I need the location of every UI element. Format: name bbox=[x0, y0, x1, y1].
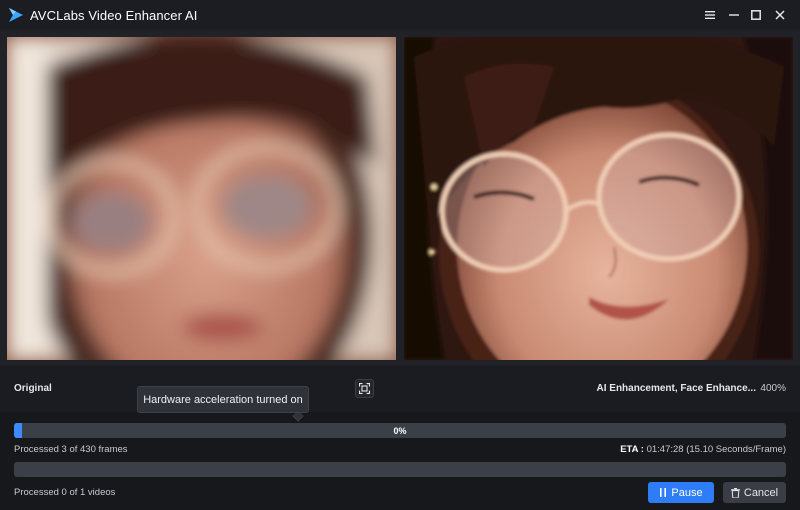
preview-area bbox=[0, 30, 800, 366]
enhancement-label: AI Enhancement, Face Enhance... bbox=[596, 383, 757, 394]
title-bar: AVCLabs Video Enhancer AI bbox=[0, 0, 800, 30]
menu-icon[interactable] bbox=[702, 7, 718, 23]
original-label: Original bbox=[14, 383, 52, 394]
eta-text: ETA : 01:47:28 (15.10 Seconds/Frame) bbox=[620, 444, 786, 455]
preview-label-row: Original AI Enhancement, Face Enhance...… bbox=[0, 366, 800, 412]
cancel-label: Cancel bbox=[743, 486, 779, 499]
scale-label: 400% bbox=[760, 383, 786, 394]
maximize-icon[interactable] bbox=[748, 7, 764, 23]
enhanced-preview-image bbox=[404, 37, 793, 360]
hardware-acceleration-tooltip: Hardware acceleration turned on bbox=[137, 386, 309, 413]
pause-icon bbox=[660, 488, 667, 497]
close-icon[interactable] bbox=[772, 7, 788, 23]
pause-button[interactable]: Pause bbox=[648, 482, 714, 503]
frames-progress-percent: 0% bbox=[393, 425, 407, 436]
pause-label: Pause bbox=[671, 486, 703, 499]
cancel-button[interactable]: Cancel bbox=[723, 482, 786, 503]
original-preview-image bbox=[7, 37, 396, 360]
trash-icon bbox=[730, 487, 740, 498]
app-title: AVCLabs Video Enhancer AI bbox=[30, 8, 198, 23]
app-logo-icon bbox=[9, 8, 23, 22]
minimize-icon[interactable] bbox=[726, 7, 742, 23]
progress-section: 0% Processed 3 of 430 frames ETA : 01:47… bbox=[0, 412, 800, 510]
eta-value: 01:47:28 (15.10 Seconds/Frame) bbox=[646, 444, 786, 455]
videos-processed-text: Processed 0 of 1 videos bbox=[14, 487, 116, 498]
eta-label: ETA : bbox=[620, 444, 644, 455]
videos-progress-bar bbox=[14, 462, 786, 477]
fullscreen-compare-icon[interactable] bbox=[355, 379, 374, 398]
frames-progress-bar: 0% bbox=[14, 423, 786, 438]
frames-processed-text: Processed 3 of 430 frames bbox=[14, 444, 128, 455]
